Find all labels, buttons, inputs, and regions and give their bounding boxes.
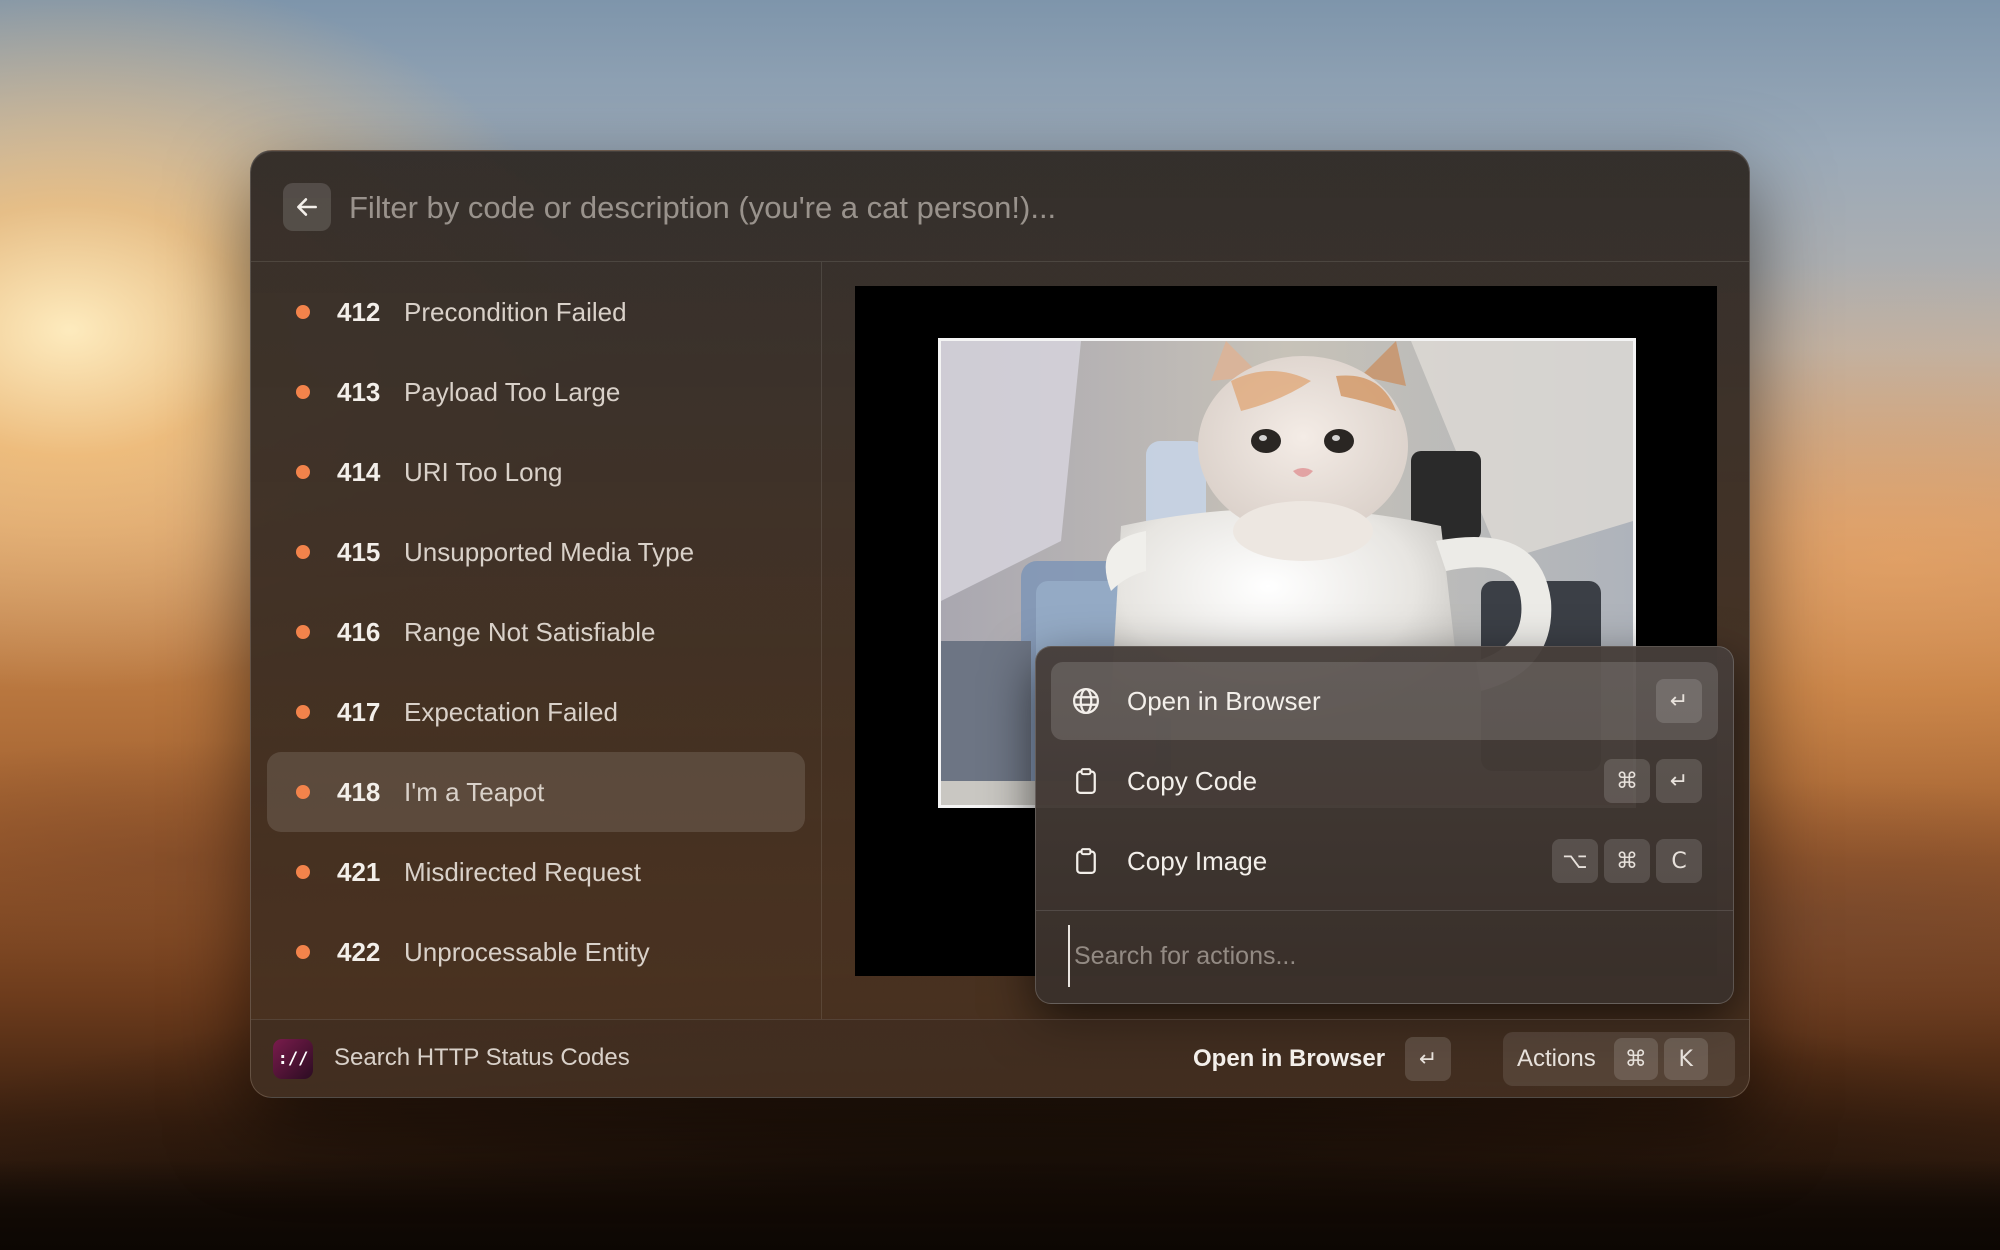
list-item[interactable]: 412 Precondition Failed [267, 272, 805, 352]
k-key: K [1663, 1038, 1708, 1080]
filter-search-input[interactable] [347, 177, 1711, 239]
actions-button[interactable]: Actions ⌘ K [1503, 1032, 1735, 1086]
back-button[interactable] [283, 183, 331, 231]
arrow-left-icon [297, 198, 317, 216]
primary-action-button[interactable]: Open in Browser ↵ [1193, 1034, 1452, 1084]
list-item[interactable]: 415 Unsupported Media Type [267, 512, 805, 592]
status-code: 414 [337, 456, 381, 487]
status-description: Range Not Satisfiable [404, 616, 656, 647]
status-code: 415 [337, 536, 381, 567]
primary-action-label: Open in Browser [1193, 1045, 1386, 1072]
list-item[interactable]: 421 Misdirected Request [267, 832, 805, 912]
status-dot-icon [296, 625, 310, 639]
divider [1036, 910, 1733, 911]
status-dot-icon [296, 945, 310, 959]
list-item[interactable]: 417 Expectation Failed [267, 672, 805, 752]
status-description: URI Too Long [404, 456, 563, 487]
action-label: Copy Code [1127, 765, 1258, 796]
status-dot-icon [296, 865, 310, 879]
status-dot-icon [296, 385, 310, 399]
command-key-icon: ⌘ [1613, 1038, 1658, 1080]
list-item[interactable]: 416 Range Not Satisfiable [267, 592, 805, 672]
shortcut-keys: ↵ [1656, 679, 1702, 723]
search-bar [251, 151, 1749, 262]
return-key-icon: ↵ [1405, 1037, 1452, 1081]
clipboard-icon [1070, 845, 1102, 877]
status-dot-icon [296, 545, 310, 559]
list-item[interactable]: 414 URI Too Long [267, 432, 805, 512]
background-trees [0, 1160, 2000, 1250]
extension-icon: :// [273, 1039, 313, 1079]
status-description: Expectation Failed [404, 696, 618, 727]
action-label: Open in Browser [1127, 685, 1321, 716]
list-item-selected[interactable]: 418 I'm a Teapot [267, 752, 805, 832]
return-key-icon: ↵ [1656, 759, 1702, 803]
status-code: 412 [337, 296, 381, 327]
status-dot-icon [296, 465, 310, 479]
status-dot-icon [296, 705, 310, 719]
actions-search-input[interactable] [1068, 925, 1716, 987]
shortcut-keys: ⌥ ⌘ C [1552, 839, 1702, 883]
status-dot-icon [296, 305, 310, 319]
actions-panel: Open in Browser ↵ Copy Code ⌘ ↵ Copy Ima… [1035, 646, 1734, 1004]
status-code: 413 [337, 376, 381, 407]
globe-icon [1070, 685, 1102, 717]
list-item[interactable]: 413 Payload Too Large [267, 352, 805, 432]
status-code: 421 [337, 856, 381, 887]
status-dot-icon [296, 785, 310, 799]
shortcut-keys: ⌘ ↵ [1604, 759, 1702, 803]
action-open-in-browser[interactable]: Open in Browser ↵ [1051, 662, 1718, 740]
status-code: 416 [337, 616, 381, 647]
status-description: Unsupported Media Type [404, 536, 695, 567]
launcher-window: 412 Precondition Failed 413 Payload Too … [250, 150, 1750, 1098]
status-description: Unprocessable Entity [404, 936, 650, 967]
action-copy-code[interactable]: Copy Code ⌘ ↵ [1051, 742, 1718, 820]
status-code: 422 [337, 936, 381, 967]
status-description: Payload Too Large [404, 376, 621, 407]
list-item[interactable]: 422 Unprocessable Entity [267, 912, 805, 992]
action-copy-image[interactable]: Copy Image ⌥ ⌘ C [1051, 822, 1718, 900]
command-key-icon: ⌘ [1604, 839, 1650, 883]
action-label: Copy Image [1127, 845, 1268, 876]
action-bar: :// Search HTTP Status Codes Open in Bro… [251, 1019, 1749, 1097]
status-description: Precondition Failed [404, 296, 627, 327]
status-code: 418 [337, 776, 381, 807]
extension-title: Search HTTP Status Codes [334, 1044, 630, 1071]
actions-label: Actions [1517, 1045, 1596, 1072]
status-description: I'm a Teapot [404, 776, 545, 807]
return-key-icon: ↵ [1656, 679, 1702, 723]
clipboard-icon [1070, 765, 1102, 797]
option-key-icon: ⌥ [1552, 839, 1598, 883]
status-description: Misdirected Request [404, 856, 641, 887]
command-key-icon: ⌘ [1604, 759, 1650, 803]
c-key: C [1656, 839, 1702, 883]
status-code: 417 [337, 696, 381, 727]
status-code-list: 412 Precondition Failed 413 Payload Too … [251, 262, 822, 1019]
